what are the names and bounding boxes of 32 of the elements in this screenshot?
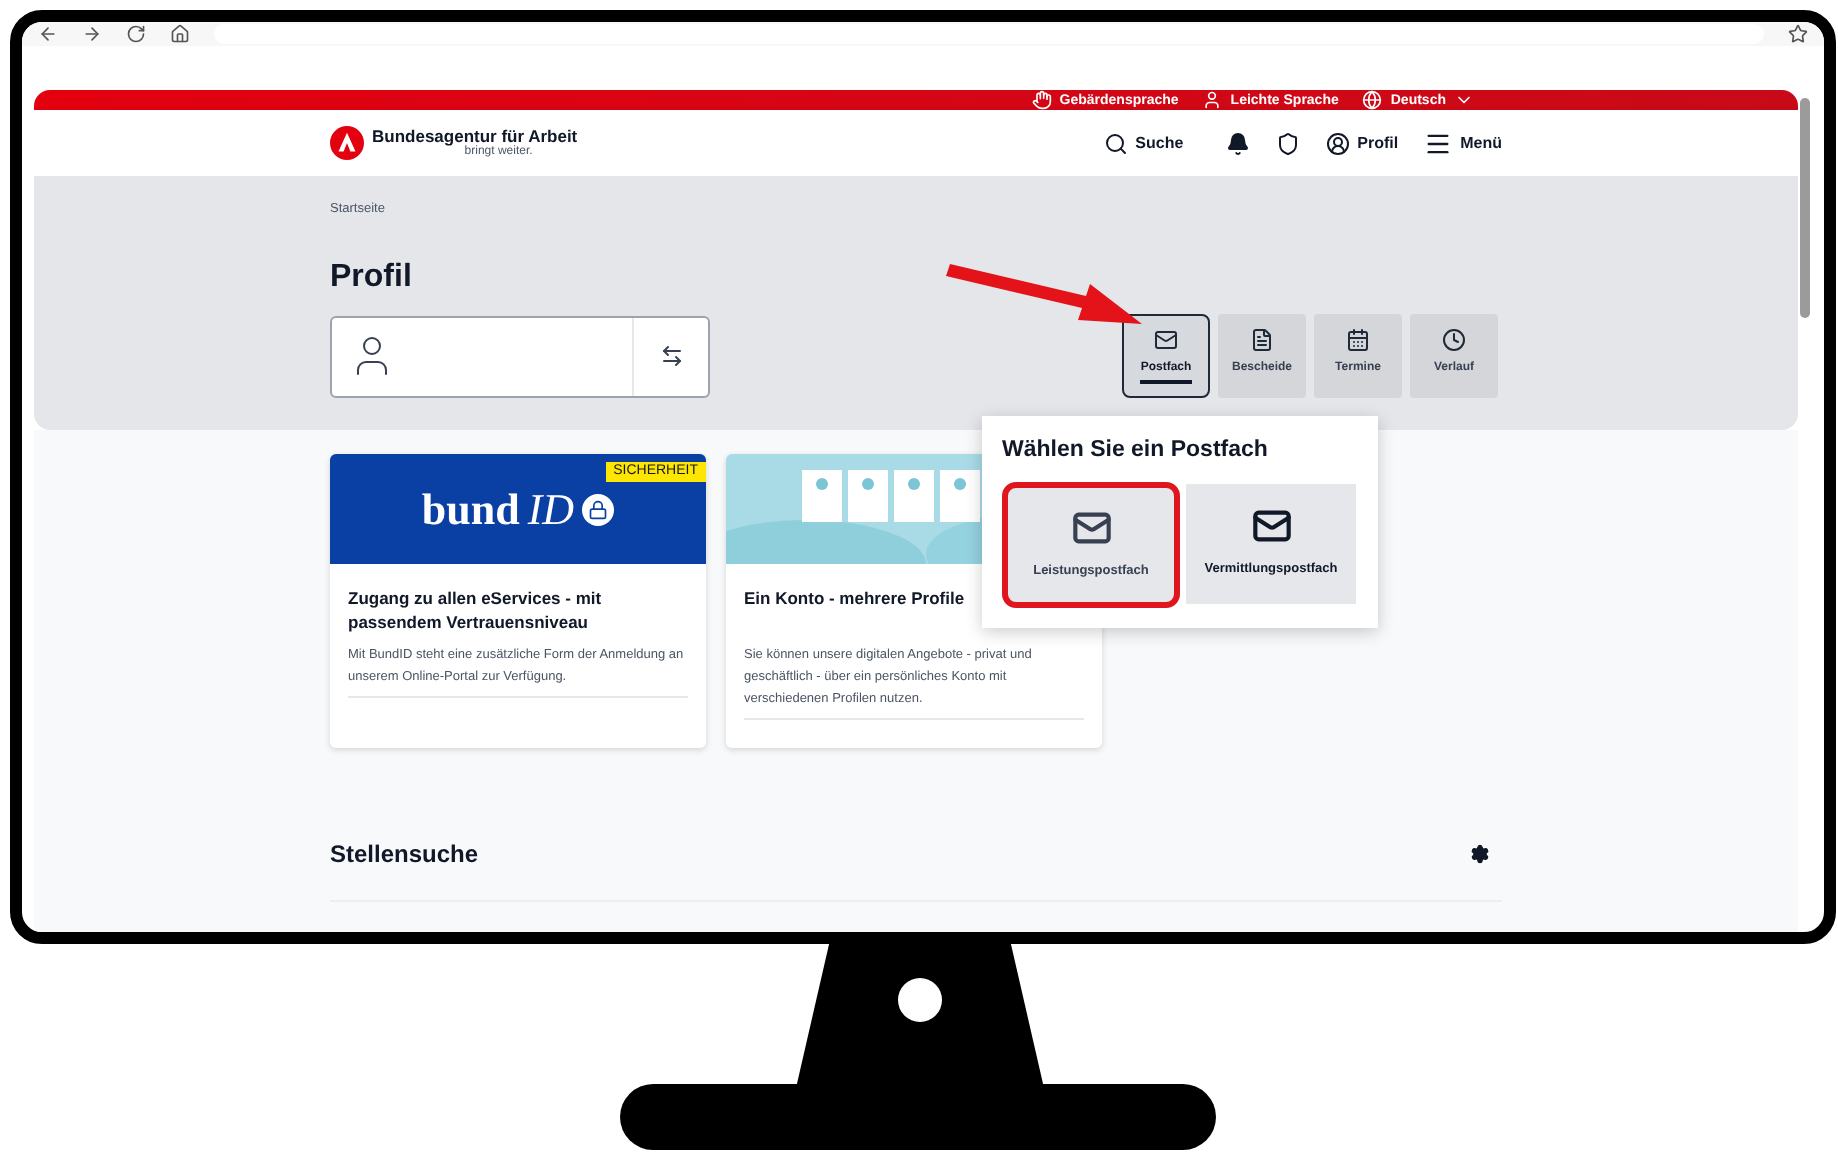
scrollbar-thumb[interactable] — [1800, 98, 1810, 318]
logo-id: ID — [527, 487, 575, 531]
forward-icon[interactable] — [82, 24, 102, 44]
address-field[interactable] — [214, 24, 1764, 44]
user-icon — [1325, 131, 1350, 155]
back-icon[interactable] — [38, 24, 58, 44]
settings-icon[interactable] — [1470, 844, 1490, 864]
calendar-icon — [1346, 327, 1370, 352]
profile-button[interactable]: Profil — [1325, 131, 1399, 155]
search-button[interactable]: Suche — [1103, 131, 1184, 155]
brand-name: Bundesagentur für Arbeit — [372, 128, 578, 146]
padlock-icon — [582, 493, 615, 525]
menu-icon — [1424, 129, 1453, 157]
clock-icon — [1442, 327, 1466, 352]
logo-icon — [330, 126, 364, 160]
envelope-icon — [1251, 506, 1291, 547]
reload-icon[interactable] — [126, 24, 146, 44]
logo-word: bund — [421, 487, 520, 531]
home-icon[interactable] — [170, 24, 190, 44]
page-title: Profil — [330, 261, 414, 294]
shield-icon[interactable] — [1275, 131, 1300, 155]
bell-icon[interactable] — [1225, 131, 1250, 155]
swap-icon[interactable] — [659, 344, 683, 369]
search-icon — [1103, 131, 1128, 155]
document-icon — [1250, 327, 1274, 352]
card-title: Zugang zu allen eServices - mit passendem Vertrauensniveau — [348, 586, 604, 634]
envelope-icon — [1071, 507, 1111, 548]
section-title: Stellensuche — [330, 838, 479, 872]
card-title: Ein Konto - mehrere Profile — [744, 586, 967, 612]
menu-button[interactable]: Menü — [1424, 129, 1502, 157]
star-icon[interactable] — [1788, 24, 1808, 44]
envelope-icon — [1154, 327, 1178, 352]
